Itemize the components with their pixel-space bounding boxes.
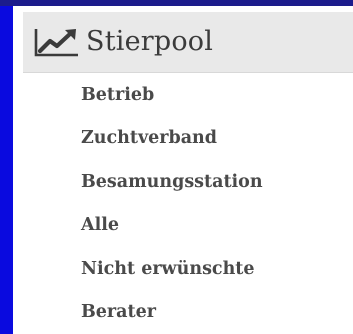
menu-item-zuchtverband[interactable]: Zuchtverband [23,117,353,161]
trending-up-chart-icon [34,26,82,58]
sidebar-panel: Stierpool Betrieb Zuchtverband Besamungs… [0,0,353,334]
stierpool-menu: Betrieb Zuchtverband Besamungsstation Al… [23,73,353,334]
section-title: Stierpool [86,25,214,57]
menu-item-alle[interactable]: Alle [23,204,353,248]
menu-item-besamungsstation[interactable]: Besamungsstation [23,160,353,204]
section-header-stierpool[interactable]: Stierpool [23,12,353,73]
accent-bar [0,6,13,334]
accent-bar-gap [13,6,23,334]
menu-item-nicht-erwuenschte[interactable]: Nicht erwünschte [23,247,353,291]
menu-item-betrieb[interactable]: Betrieb [23,73,353,117]
menu-item-berater[interactable]: Berater [23,291,353,334]
